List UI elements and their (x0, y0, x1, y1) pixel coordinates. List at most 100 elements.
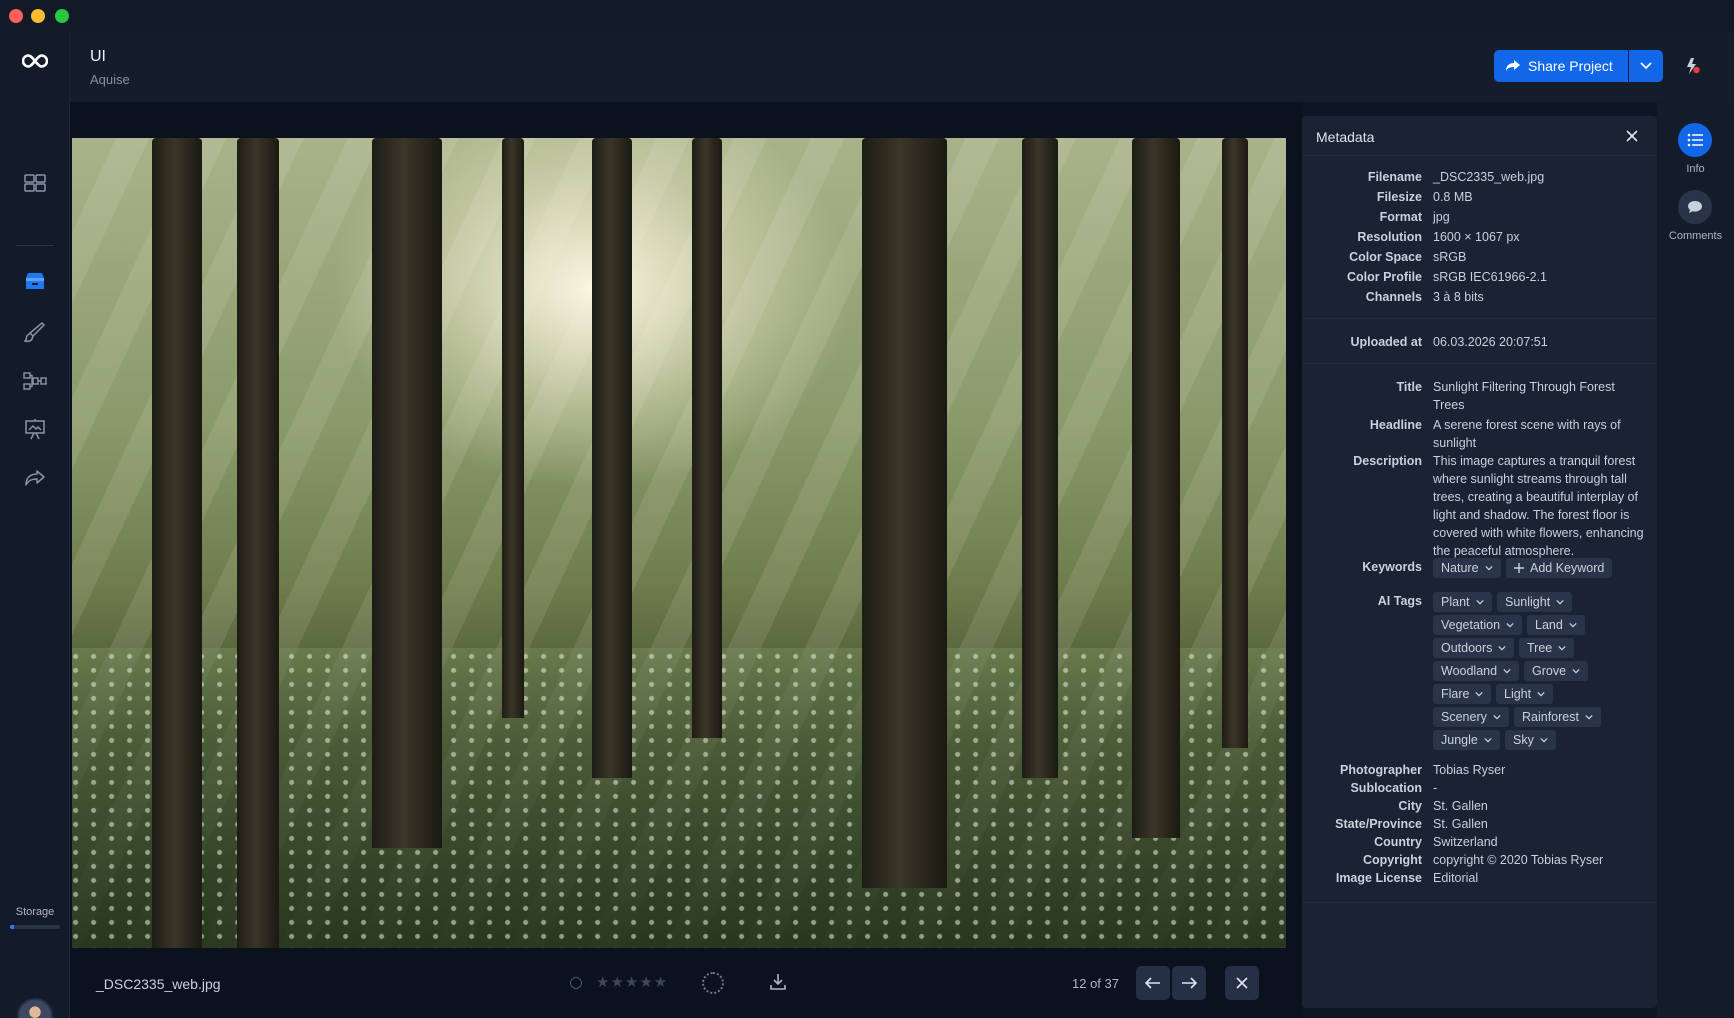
storage-bar (10, 925, 60, 929)
info-tab-button[interactable] (1678, 123, 1712, 157)
ai-tag-label: Sunlight (1505, 595, 1551, 609)
ai-tag-label: Plant (1441, 595, 1470, 609)
tree-trunk (1022, 138, 1058, 778)
tree-trunk (372, 138, 442, 848)
share-options-dropdown[interactable] (1629, 50, 1663, 82)
list-icon (1687, 133, 1703, 147)
window-maximize-button[interactable] (55, 9, 69, 23)
metadata-title-value[interactable]: Sunlight Filtering Through Forest Trees (1433, 378, 1645, 414)
left-nav-rail: Storage (0, 32, 70, 1018)
window-close-button[interactable] (9, 9, 23, 23)
ai-tag-chip[interactable]: Outdoors (1433, 638, 1515, 658)
window-minimize-button[interactable] (31, 9, 45, 23)
ai-tag-label: Flare (1441, 687, 1470, 701)
color-label-toggle[interactable] (570, 977, 582, 989)
tree-trunk (152, 138, 202, 948)
comments-tab-button[interactable] (1678, 190, 1712, 224)
metadata-value: copyright © 2020 Tobias Ryser (1433, 853, 1604, 867)
box-icon[interactable] (22, 268, 48, 294)
ai-tag-label: Tree (1527, 641, 1553, 655)
keyword-chip[interactable]: Nature (1433, 558, 1501, 578)
plus-icon (1514, 563, 1524, 573)
metadata-headline-value[interactable]: A serene forest scene with rays of sunli… (1433, 416, 1645, 452)
close-metadata-button[interactable] (1624, 128, 1640, 144)
arrow-left-icon (1145, 977, 1160, 989)
metadata-description-value[interactable]: This image captures a tranquil forest wh… (1433, 452, 1645, 560)
metadata-label: Sublocation (1350, 781, 1422, 795)
download-icon[interactable] (766, 970, 790, 994)
ai-tag-chip[interactable]: Rainforest (1514, 707, 1601, 727)
tree-trunk (237, 138, 279, 948)
next-image-button[interactable] (1172, 966, 1206, 1000)
metadata-value: St. Gallen (1433, 817, 1488, 831)
tree-trunk (502, 138, 524, 718)
ai-tag-chip[interactable]: Light (1496, 684, 1554, 704)
add-keyword-label: Add Keyword (1530, 561, 1605, 575)
metadata-label: Channels (1365, 290, 1422, 304)
metadata-label: Headline (1369, 418, 1422, 432)
storage-label: Storage (15, 906, 55, 918)
metadata-label: Photographer (1340, 763, 1422, 777)
close-icon (1236, 977, 1248, 989)
metadata-title: Metadata (1316, 129, 1375, 145)
ai-tag-label: Grove (1532, 664, 1567, 678)
ai-tag-label: Rainforest (1522, 710, 1579, 724)
ai-tag-chip[interactable]: Woodland (1433, 661, 1520, 681)
nav-divider (16, 245, 54, 246)
share-icon[interactable] (22, 465, 48, 491)
close-viewer-button[interactable] (1225, 966, 1259, 1000)
ai-tag-label: Woodland (1441, 664, 1498, 678)
chevron-down-icon (1493, 714, 1501, 720)
grid-icon[interactable] (22, 170, 48, 196)
share-project-button[interactable]: Share Project (1494, 50, 1628, 82)
viewer-filename: _DSC2335_web.jpg (96, 976, 221, 992)
metadata-label: AI Tags (1377, 594, 1422, 608)
metadata-value: Switzerland (1433, 835, 1498, 849)
storage-bar-fill (10, 925, 14, 929)
easel-icon[interactable] (22, 416, 48, 442)
ai-tag-label: Jungle (1441, 733, 1478, 747)
metadata-panel: Metadata Filename _DSC2335_web.jpg Filesi… (1302, 116, 1657, 1008)
metadata-value: Tobias Ryser (1433, 763, 1506, 777)
infinity-logo-icon[interactable] (22, 48, 48, 74)
image-viewer: _DSC2335_web.jpg ★★★★★ 12 of 37 (70, 102, 1302, 1018)
chevron-down-icon (1484, 737, 1492, 743)
ai-tag-chip[interactable]: Scenery (1433, 707, 1509, 727)
close-icon (1626, 130, 1638, 142)
info-tab-label: Info (1686, 163, 1705, 175)
chevron-down-icon (1640, 62, 1652, 70)
metadata-value: _DSC2335_web.jpg (1433, 170, 1545, 184)
metadata-divider (1302, 318, 1657, 319)
ai-tag-chip[interactable]: Sunlight (1497, 592, 1573, 612)
metadata-value: jpg (1433, 210, 1450, 224)
star-rating[interactable]: ★★★★★ (596, 973, 668, 991)
chevron-down-icon (1475, 691, 1484, 697)
forest-photo[interactable] (72, 138, 1286, 948)
status-circle-icon[interactable] (702, 972, 724, 994)
metadata-label: Format (1379, 210, 1422, 224)
workflow-icon[interactable] (22, 368, 48, 394)
chevron-down-icon (1556, 599, 1564, 605)
metadata-label: Copyright (1362, 853, 1422, 867)
metadata-value: 3 à 8 bits (1433, 290, 1484, 304)
activity-notification-icon[interactable] (1680, 54, 1704, 78)
metadata-label: Resolution (1357, 230, 1422, 244)
metadata-label: Color Space (1349, 250, 1422, 264)
metadata-label: Image License (1335, 871, 1422, 885)
metadata-label: Color Profile (1346, 270, 1422, 284)
metadata-divider (1302, 902, 1657, 903)
ai-tag-chip[interactable]: Vegetation (1433, 615, 1523, 635)
ai-tag-chip[interactable]: Jungle (1433, 730, 1500, 750)
ai-tag-chip[interactable]: Sky (1505, 730, 1556, 750)
previous-image-button[interactable] (1136, 966, 1170, 1000)
tree-trunk (862, 138, 947, 888)
chevron-down-icon (1558, 645, 1566, 651)
brush-icon[interactable] (22, 319, 48, 345)
ai-tag-chip[interactable]: Grove (1524, 661, 1589, 681)
user-avatar[interactable] (17, 998, 53, 1018)
ai-tag-chip[interactable]: Flare (1433, 684, 1492, 704)
ai-tag-chip[interactable]: Tree (1519, 638, 1575, 658)
ai-tag-chip[interactable]: Land (1527, 615, 1585, 635)
ai-tag-chip[interactable]: Plant (1433, 592, 1492, 612)
add-keyword-button[interactable]: Add Keyword (1506, 558, 1613, 578)
